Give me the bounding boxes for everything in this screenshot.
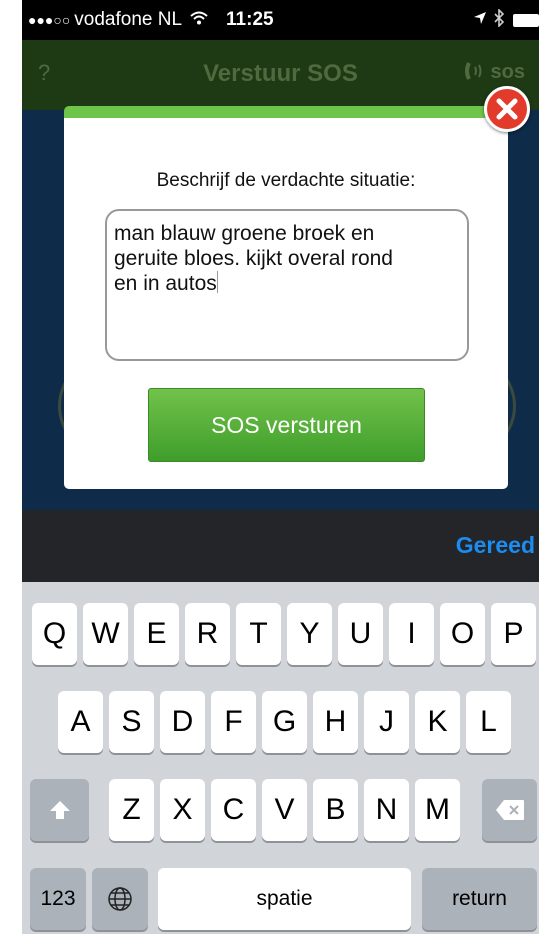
key-v[interactable]: V bbox=[262, 779, 307, 841]
speaker-icon bbox=[464, 61, 491, 83]
page-title: Verstuur SOS bbox=[203, 60, 358, 87]
key-r[interactable]: R bbox=[185, 603, 230, 665]
signal-strength: ●●●○○ bbox=[28, 12, 71, 28]
key-k[interactable]: K bbox=[415, 691, 460, 753]
key-j[interactable]: J bbox=[364, 691, 409, 753]
key-i[interactable]: I bbox=[389, 603, 434, 665]
done-button[interactable]: Gereed bbox=[456, 532, 535, 559]
keyboard: Q W E R T Y U I O P A S D F G H J K L Z … bbox=[22, 582, 539, 934]
key-m[interactable]: M bbox=[415, 779, 460, 841]
key-h[interactable]: H bbox=[313, 691, 358, 753]
key-u[interactable]: U bbox=[338, 603, 383, 665]
key-g[interactable]: G bbox=[262, 691, 307, 753]
sos-call-label: sos bbox=[490, 61, 525, 83]
key-p[interactable]: P bbox=[491, 603, 536, 665]
description-dialog: Beschrijf de verdachte situatie: man bla… bbox=[64, 106, 508, 489]
key-t[interactable]: T bbox=[236, 603, 281, 665]
phone-screen: ●●●○○ vodafone NL 11:25 ? Verstuur SOS s… bbox=[22, 0, 539, 934]
globe-key[interactable] bbox=[92, 868, 148, 930]
wifi-icon bbox=[190, 10, 208, 30]
clock: 11:25 bbox=[226, 9, 274, 30]
key-f[interactable]: F bbox=[211, 691, 256, 753]
key-z[interactable]: Z bbox=[109, 779, 154, 841]
space-key[interactable]: spatie bbox=[158, 868, 411, 930]
key-l[interactable]: L bbox=[466, 691, 511, 753]
sos-call-button[interactable]: sos bbox=[464, 60, 525, 84]
key-y[interactable]: Y bbox=[287, 603, 332, 665]
battery-icon bbox=[513, 13, 539, 27]
backspace-icon bbox=[495, 800, 524, 820]
key-e[interactable]: E bbox=[134, 603, 179, 665]
key-n[interactable]: N bbox=[364, 779, 409, 841]
key-x[interactable]: X bbox=[160, 779, 205, 841]
key-d[interactable]: D bbox=[160, 691, 205, 753]
description-input[interactable]: man blauw groene broek en geruite bloes.… bbox=[105, 209, 469, 361]
key-w[interactable]: W bbox=[83, 603, 128, 665]
close-icon bbox=[496, 98, 518, 120]
dialog-prompt: Beschrijf de verdachte situatie: bbox=[156, 170, 416, 191]
navigation-bar: ? Verstuur SOS sos bbox=[22, 40, 539, 110]
location-arrow-icon bbox=[473, 11, 487, 30]
key-b[interactable]: B bbox=[313, 779, 358, 841]
key-o[interactable]: O bbox=[440, 603, 485, 665]
key-q[interactable]: Q bbox=[32, 603, 77, 665]
carrier-name: vodafone NL bbox=[74, 9, 183, 30]
key-a[interactable]: A bbox=[58, 691, 103, 753]
keyboard-accessory-bar: Gereed bbox=[22, 510, 539, 582]
close-dialog-button[interactable] bbox=[484, 86, 530, 132]
shift-key[interactable] bbox=[30, 779, 89, 841]
key-s[interactable]: S bbox=[109, 691, 154, 753]
send-sos-button[interactable]: SOS versturen bbox=[148, 388, 425, 462]
status-bar: ●●●○○ vodafone NL 11:25 bbox=[22, 0, 539, 40]
globe-icon bbox=[108, 887, 132, 911]
backspace-key[interactable] bbox=[482, 779, 537, 841]
status-right bbox=[473, 0, 539, 40]
return-key[interactable]: return bbox=[422, 868, 537, 930]
bluetooth-icon bbox=[493, 7, 505, 32]
shift-icon bbox=[49, 801, 70, 819]
text-caret bbox=[216, 271, 218, 293]
numbers-key[interactable]: 123 bbox=[30, 868, 86, 930]
description-text: man blauw groene broek en geruite bloes.… bbox=[114, 222, 393, 295]
key-c[interactable]: C bbox=[211, 779, 256, 841]
